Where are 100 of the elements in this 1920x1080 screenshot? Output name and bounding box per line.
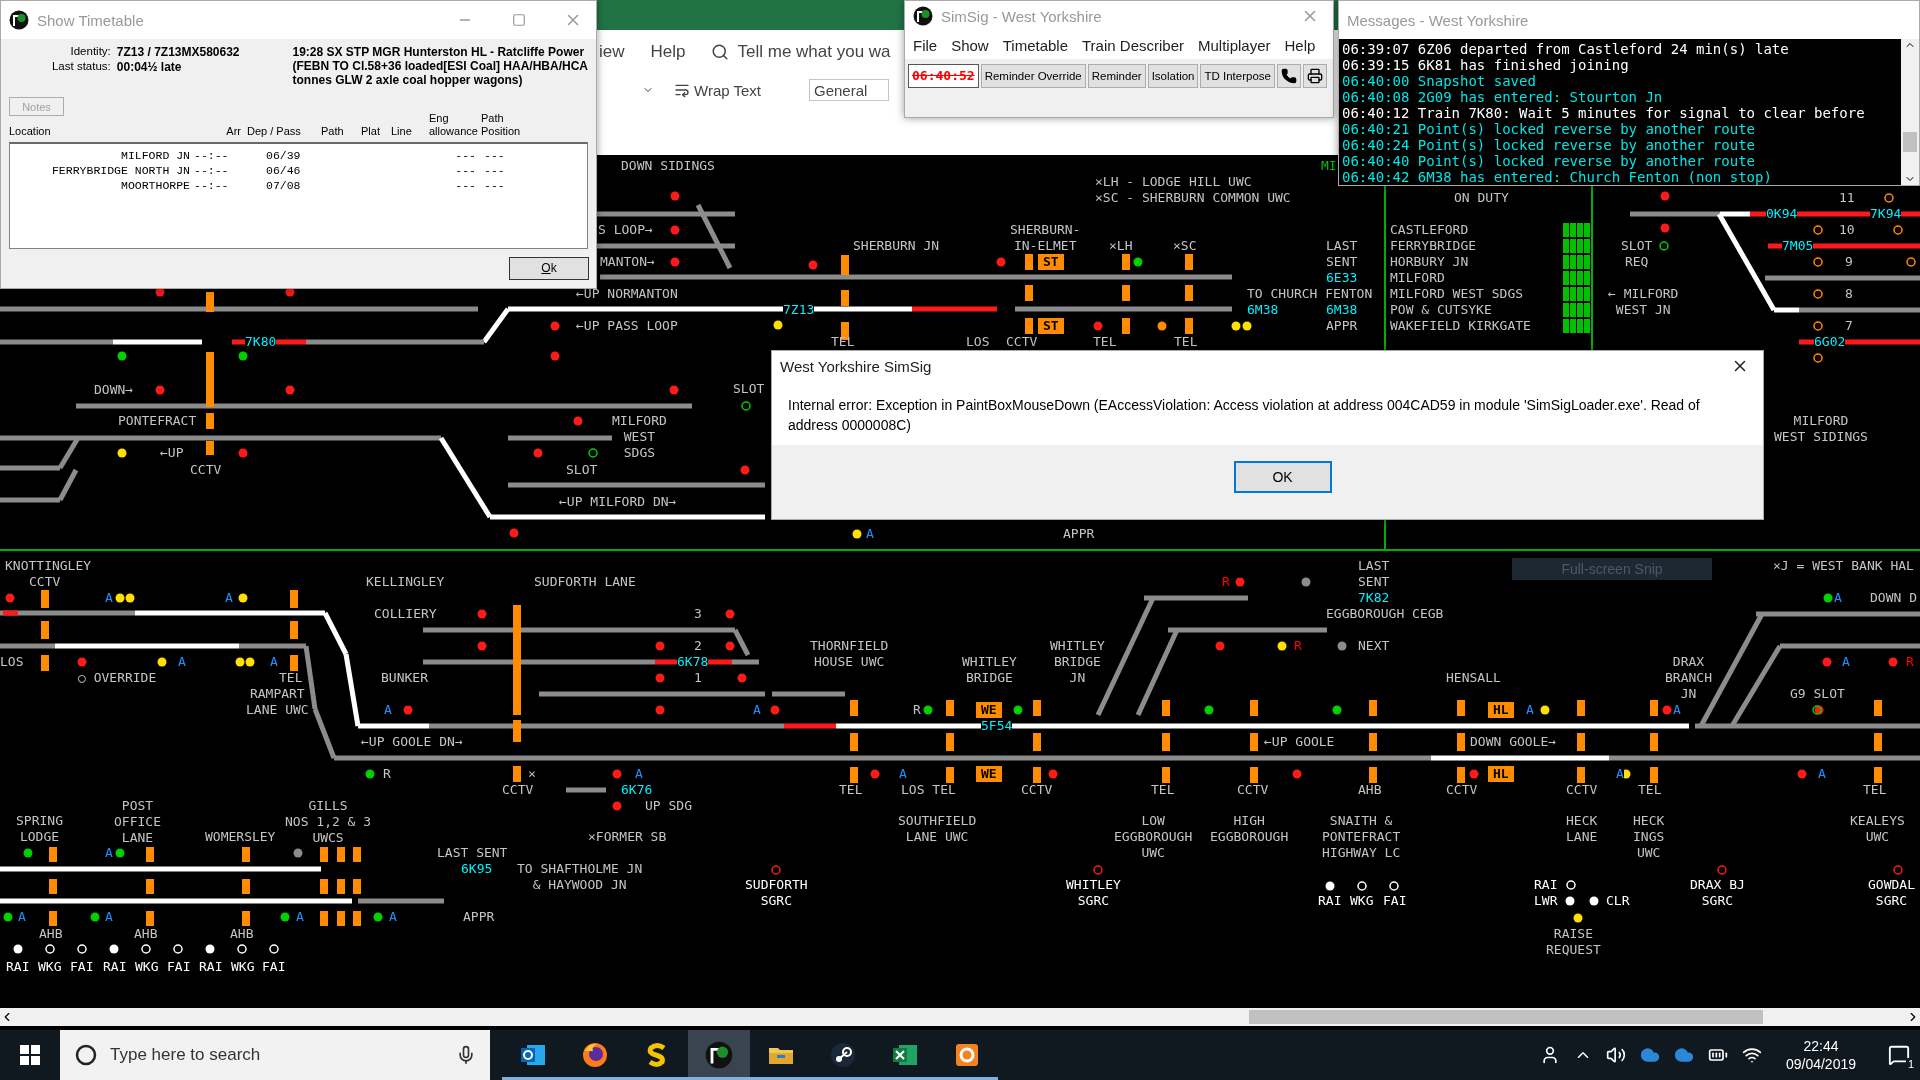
signal-lamp-icon[interactable] xyxy=(1823,593,1833,603)
track-marker-bar xyxy=(337,847,345,862)
signal-lamp-icon[interactable] xyxy=(117,448,127,458)
diagram-label: ×LH xyxy=(1109,238,1133,254)
location-cell-text: MILFORD JN xyxy=(120,148,190,163)
ribbon-tab[interactable]: Help xyxy=(650,42,686,62)
indicator-ring-icon xyxy=(1884,193,1894,203)
track-marker-bar xyxy=(1250,700,1258,716)
signal-lamp-icon[interactable] xyxy=(109,944,119,954)
signal-box-name: MILFORD xyxy=(1390,270,1445,286)
diagram-label: 11 xyxy=(1839,190,1855,206)
menu-item[interactable]: Train Describer xyxy=(1082,36,1184,54)
toolbar-button[interactable]: TD Interpose xyxy=(1200,64,1275,88)
browser-icon xyxy=(581,1041,609,1069)
scroll-thumb[interactable] xyxy=(1249,1010,1763,1024)
signal-box-name: CASTLEFORD xyxy=(1390,222,1469,238)
signal-lamp-icon[interactable] xyxy=(23,848,33,858)
cloud-icon[interactable] xyxy=(1639,1045,1660,1065)
signal-lamp-icon[interactable] xyxy=(1157,321,1167,331)
track-circuit-tag: WE xyxy=(976,766,1002,782)
crossing-label: FAI xyxy=(70,959,94,975)
signal-lamp-icon[interactable] xyxy=(852,529,862,539)
signal-lamp-icon[interactable] xyxy=(373,912,383,922)
scroll-thumb[interactable] xyxy=(1903,132,1917,152)
signal-lamp-icon[interactable] xyxy=(773,320,783,330)
column-header: Line xyxy=(391,125,413,138)
signal-lamp-icon[interactable] xyxy=(1332,705,1342,715)
signal-lamp-icon[interactable] xyxy=(205,944,215,954)
toolbar-button[interactable]: Reminder Override xyxy=(980,64,1086,88)
print-button[interactable] xyxy=(1302,64,1327,88)
volume-icon[interactable] xyxy=(1605,1045,1626,1065)
diagram-label: 9 xyxy=(1845,254,1853,270)
message-line: 06:40:00 Snapshot saved xyxy=(1342,73,1537,89)
track-marker-bar xyxy=(1457,767,1465,783)
signal-lamp-icon[interactable] xyxy=(1013,705,1023,715)
clock[interactable]: 22:44 09/04/2019 xyxy=(1785,1037,1856,1073)
indicator-ring-icon xyxy=(1893,225,1903,235)
signal-lamp-icon[interactable] xyxy=(1204,705,1214,715)
indicator-ring-icon xyxy=(1093,865,1103,875)
diagram-label: ←UP GOOLE xyxy=(1264,734,1335,750)
signal-lamp-icon[interactable] xyxy=(117,351,127,361)
menu-item[interactable]: Show xyxy=(951,36,989,54)
signal-lamp-icon[interactable] xyxy=(1814,705,1824,715)
menu-item[interactable]: Help xyxy=(1284,36,1316,54)
crossing-label: WKG xyxy=(1350,893,1374,909)
microphone-icon[interactable] xyxy=(456,1045,476,1065)
signal-lamp-icon[interactable] xyxy=(1337,641,1347,651)
wifi-icon[interactable] xyxy=(1741,1045,1762,1065)
signal-lamp-icon[interactable] xyxy=(1277,641,1287,651)
menu-item[interactable]: Timetable xyxy=(1002,36,1068,54)
horizontal-scrollbar[interactable] xyxy=(0,1008,1920,1026)
signal-lamp-icon[interactable] xyxy=(1133,257,1143,267)
wrap-text-button[interactable]: Wrap Text xyxy=(674,81,761,99)
indicator-ring-icon xyxy=(1389,881,1399,891)
phone-button[interactable] xyxy=(1276,64,1301,88)
diagram-label: SOUTHFIELD LANE UWC xyxy=(898,813,977,845)
taskbar-app[interactable] xyxy=(688,1030,750,1080)
track-marker-bar xyxy=(337,911,345,926)
signal-lamp-icon[interactable] xyxy=(365,769,375,779)
diagram-label: LAST SENT xyxy=(437,845,508,861)
signal-lamp-icon[interactable] xyxy=(280,912,290,922)
indicator-ring-icon xyxy=(1717,865,1727,875)
tell-me-field[interactable]: Tell me what you wa xyxy=(711,42,891,62)
signal-lamp-icon[interactable] xyxy=(238,593,248,603)
signal-lamp-icon[interactable] xyxy=(293,848,303,858)
ok-button[interactable]: Ok xyxy=(509,257,589,280)
diagram-label: APPR xyxy=(1326,318,1358,334)
signal-lamp-icon[interactable] xyxy=(1540,705,1550,715)
location-cell-text: FERRYBRIDGE NORTH JN xyxy=(50,163,190,178)
ok-button[interactable]: OK xyxy=(1233,461,1332,493)
cloud-icon[interactable] xyxy=(1673,1045,1694,1065)
signal-lamp-icon[interactable] xyxy=(1301,577,1311,587)
menu-item[interactable]: Multiplayer xyxy=(1198,36,1271,54)
indicator-ring-icon xyxy=(1659,241,1669,251)
diagram-label: ←UP xyxy=(160,445,184,461)
signal-lamp-icon[interactable] xyxy=(238,351,248,361)
diagram-label: LAST SENT xyxy=(1326,238,1358,270)
toolbar-button[interactable]: Isolation xyxy=(1147,64,1199,88)
number-format-field[interactable]: General xyxy=(809,79,889,101)
signal-box-name: WAKEFIELD KIRKGATE xyxy=(1390,318,1531,334)
signal-lamp-icon[interactable] xyxy=(157,657,167,667)
signal-lamp-icon[interactable] xyxy=(923,705,933,715)
track-marker-bar xyxy=(850,733,858,751)
search-field[interactable]: Type here to search xyxy=(60,1030,490,1080)
toolbar-button[interactable]: Reminder xyxy=(1087,64,1146,88)
diagram-label: CCTV xyxy=(1566,782,1598,798)
signal-lamp-icon[interactable] xyxy=(115,848,125,858)
signal-lamp-icon[interactable] xyxy=(1325,881,1335,891)
arrival-cell-text: --:-- xyxy=(193,163,230,178)
signal-lamp-icon[interactable] xyxy=(3,912,13,922)
diagram-label: THORNFIELD HOUSE UWC xyxy=(810,638,889,670)
signal-lamp-icon[interactable] xyxy=(90,912,100,922)
crossing-label: FAI xyxy=(167,959,191,975)
track-marker-bar xyxy=(946,733,954,751)
column-header: Eng allowance xyxy=(429,112,479,138)
ribbon-tab[interactable]: iew xyxy=(599,42,625,62)
signal-lamp-icon[interactable] xyxy=(13,944,23,954)
diagram-label: HECK LANE xyxy=(1566,813,1598,845)
vertical-scrollbar[interactable] xyxy=(1901,39,1919,185)
menu-item[interactable]: File xyxy=(913,36,938,54)
